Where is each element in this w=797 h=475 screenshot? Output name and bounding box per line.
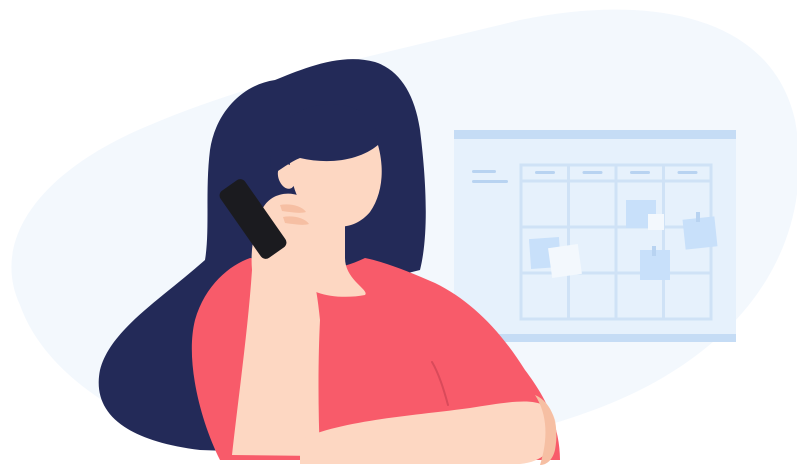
sticky-note-light [548,244,582,278]
calendar-text-line [472,170,496,173]
sticky-note-pin [696,212,700,222]
calendar-text-line [472,180,508,183]
sticky-note-pin [652,246,656,256]
illustration-scene [0,0,797,475]
woman-on-phone-illustration [11,9,797,465]
calendar-day-header [535,171,555,174]
calendar-top-bar [454,130,736,139]
wall-calendar [454,130,736,342]
calendar-day-header [630,171,650,174]
calendar-day-header [677,171,698,174]
calendar-day-header [582,171,603,174]
sticky-note-light [648,214,664,230]
